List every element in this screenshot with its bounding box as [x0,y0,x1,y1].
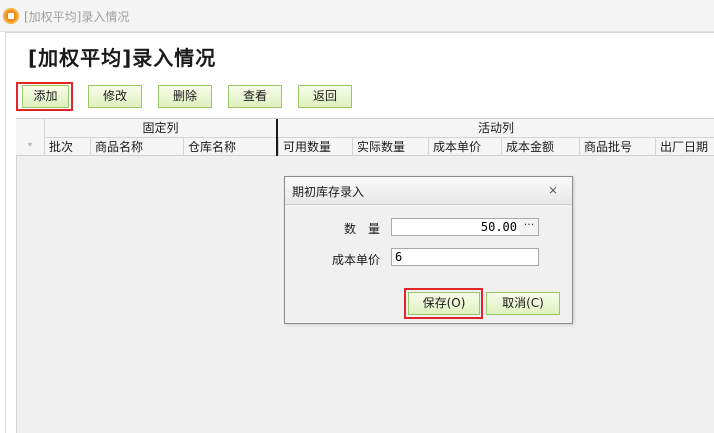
window-title: [加权平均]录入情况 [24,10,130,24]
column-header-unit-cost[interactable]: 成本单价 [428,138,501,156]
unit-cost-label: 成本单价 [332,253,381,267]
fixed-columns-group: 固定列 [142,121,179,135]
app-logo-icon [3,8,19,24]
column-header-cost-amount[interactable]: 成本金额 [501,138,579,156]
save-button-highlight [404,288,483,319]
column-header-batch[interactable]: 批次 [44,138,90,156]
unit-cost-field[interactable]: 6 [391,248,539,266]
column-header-available-qty[interactable]: 可用数量 [278,138,352,156]
column-header-product-name[interactable]: 商品名称 [90,138,183,156]
column-header-actual-qty[interactable]: 实际数量 [352,138,428,156]
edit-button[interactable]: 修改 [88,85,142,108]
page-title: [加权平均]录入情况 [28,46,217,70]
quantity-field[interactable]: 50.00 [391,218,521,236]
quantity-label: 数 量 [344,222,381,236]
grid-header: 固定列 活动列 * 批次 商品名称 仓库名称 可用数量 实际数量 成本单价 成本… [16,118,714,156]
cancel-button[interactable]: 取消(C) [486,292,560,315]
add-button-highlight [16,82,73,111]
quantity-ellipsis-button[interactable]: ··· [520,218,539,236]
window-titlebar: [加权平均]录入情况 [0,0,714,32]
column-header-warehouse-name[interactable]: 仓库名称 [183,138,276,156]
column-header-product-batch-no[interactable]: 商品批号 [579,138,655,156]
column-header-production-date[interactable]: 出厂日期 [655,138,714,156]
row-marker: * [27,141,33,152]
dialog-title: 期初库存录入 [292,185,365,199]
dialog-titlebar: 期初库存录入 ⨯ [285,177,572,205]
close-icon[interactable]: ⨯ [547,184,559,196]
view-button[interactable]: 查看 [228,85,282,108]
delete-button[interactable]: 删除 [158,85,212,108]
active-columns-group: 活动列 [477,121,514,135]
back-button[interactable]: 返回 [298,85,352,108]
